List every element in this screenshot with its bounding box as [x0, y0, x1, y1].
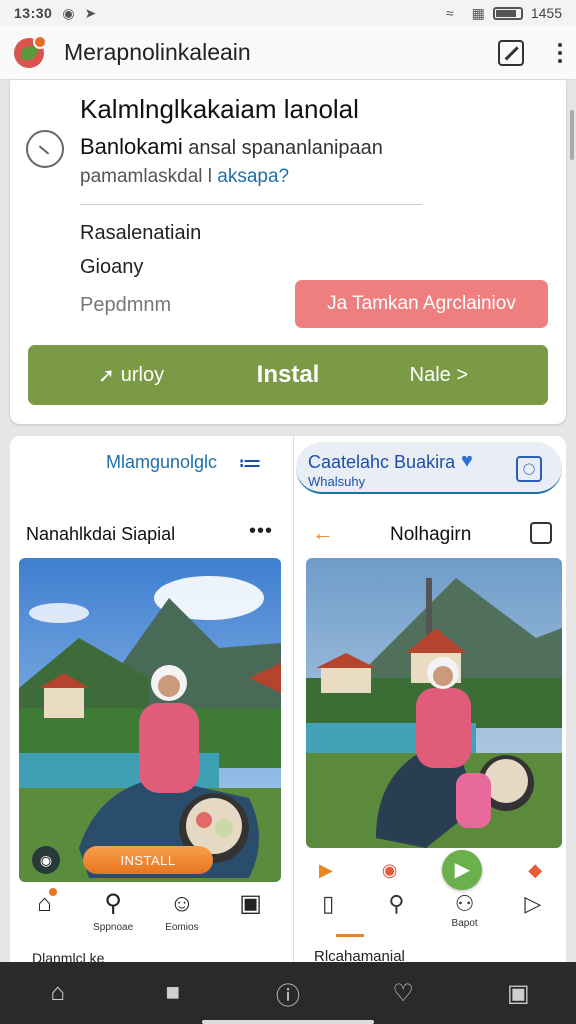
left-bottom-nav: ⌂ ⚲ Sppnoae ☺ Eomios ▣ — [10, 886, 285, 946]
bag-icon[interactable]: ▣ — [500, 979, 536, 1008]
app-bar: Merapnolinkaleain — [0, 26, 576, 80]
battery-level: 1455 — [530, 5, 562, 21]
info-icon[interactable]: ⓘ — [270, 976, 306, 1011]
banner-subtitle: Whalsuhy — [308, 474, 366, 489]
search-icon[interactable] — [26, 130, 64, 168]
nav-bookmark[interactable]: ▯ — [294, 892, 362, 936]
secondary-action-button[interactable]: Ja Tamkan Agrclainiov — [295, 280, 548, 328]
description-link[interactable]: aksapa? — [217, 166, 289, 187]
card-description: Banlokami ansal spananlanipaan — [80, 134, 383, 160]
panel-title: Nolhagirn — [390, 524, 472, 545]
back-arrow-icon[interactable]: ← — [312, 520, 334, 546]
people-icon: ⚇ — [454, 891, 475, 916]
description-lead: Banlokami — [80, 134, 183, 159]
system-nav-bar: ⌂ ■ ⓘ ♡ ▣ — [0, 962, 576, 1024]
arrow-icon: ➚ — [98, 364, 115, 387]
post-photo[interactable] — [19, 558, 281, 882]
more-icon[interactable]: ••• — [249, 520, 273, 543]
scrollbar[interactable] — [570, 110, 574, 160]
post-photo[interactable] — [306, 558, 562, 848]
home-icon[interactable]: ⌂ — [40, 979, 76, 1007]
heart-icon[interactable]: ♥ — [461, 450, 473, 473]
info-banner[interactable]: Caatelahc Buakira ♥ Whalsuhy ◯ — [296, 442, 562, 494]
bird-icon: ➤ — [84, 4, 97, 21]
description-2-text: pamamlaskdal l — [80, 166, 212, 187]
battery-icon — [492, 6, 523, 20]
compose-icon[interactable] — [530, 522, 552, 544]
reaction-row: ▶ ◉ ▶ ◆ — [294, 848, 566, 892]
camera-icon[interactable]: ◉ — [32, 846, 60, 874]
photo-illustration — [19, 558, 281, 882]
status-bar: 13:30 ◉ ➤ ≈ ▦ 1455 — [0, 0, 576, 26]
next-button[interactable]: Nale > — [410, 364, 468, 387]
chart-icon[interactable]: ≔ — [236, 450, 264, 478]
install-bar-left-label: urloy — [120, 363, 165, 386]
nav-home[interactable]: ⌂ — [10, 886, 79, 946]
notification-icon: ◉ — [62, 4, 75, 21]
nav-emojis[interactable]: ☺ Eomios — [148, 886, 217, 946]
meta-item: Pepdmnm — [80, 294, 172, 316]
search-icon: ⚲ — [104, 890, 122, 917]
nav-more[interactable]: ▣ — [216, 886, 285, 946]
install-bar-left[interactable]: ➚ urloy — [98, 363, 164, 388]
nav-search[interactable]: ⚲ — [362, 892, 430, 936]
description-rest: ansal spananlanipaan — [188, 137, 383, 159]
edit-icon[interactable] — [498, 39, 524, 66]
install-card: Kalmlnglkakaiam lanolal Banlokami ansal … — [10, 80, 566, 424]
panel-caption: Mlamgunolglc — [106, 452, 218, 472]
app-title: Merapnolinkaleain — [64, 39, 251, 65]
reaction-icon[interactable]: ▶ — [315, 859, 337, 881]
active-tab-indicator — [336, 934, 364, 937]
nav-tag[interactable]: ▷ — [499, 892, 566, 936]
expand-icon[interactable]: ◯ — [516, 456, 542, 482]
emoji-icon: ☺ — [169, 890, 195, 917]
panel-title: Nanahlkdai Siapial — [26, 524, 176, 544]
tag-icon: ▷ — [524, 891, 542, 916]
heart-icon[interactable]: ♡ — [385, 979, 421, 1008]
photo-illustration — [306, 558, 562, 848]
nav-label: Bapot — [451, 918, 478, 929]
right-bottom-nav: ▯ ⚲ ⚇ Bapot ▷ — [294, 892, 566, 936]
feed-area: Mlamgunolglc ≔ Nanahlkdai Siapial ••• ◉ … — [10, 436, 566, 962]
reaction-icon[interactable]: ◉ — [379, 859, 401, 881]
meta-item: Rasalenatiain — [80, 222, 202, 244]
app-logo-icon — [14, 34, 47, 68]
divider — [80, 204, 422, 205]
install-button-bar[interactable]: ➚ urloy Instal Nale > — [28, 345, 548, 405]
card-heading: Kalmlnglkakaiam lanolal — [80, 94, 359, 124]
peek-text: Rlcahamanial — [314, 948, 405, 962]
notification-badge — [48, 888, 57, 896]
meta-item: Gioany — [80, 256, 144, 278]
bookmark-icon: ▯ — [322, 891, 335, 916]
right-panel: Caatelahc Buakira ♥ Whalsuhy ◯ ← Nolhagi… — [293, 436, 566, 962]
wifi-icon: ≈ — [445, 5, 454, 21]
square-icon: ▣ — [239, 890, 262, 917]
nav-search[interactable]: ⚲ Sppnoae — [79, 886, 148, 946]
play-icon[interactable]: ▶ — [442, 850, 483, 890]
reaction-icon[interactable]: ◆ — [524, 859, 546, 881]
peek-text: Dlanmlcl ke — [32, 950, 105, 962]
install-pill-button[interactable]: INSTALL — [83, 846, 213, 874]
banner-title: Caatelahc Buakira — [308, 452, 456, 472]
square-icon[interactable]: ■ — [155, 979, 191, 1007]
home-indicator[interactable] — [202, 1020, 374, 1024]
card-description-2: pamamlaskdal l aksapa? — [80, 166, 289, 188]
status-time: 13:30 — [14, 5, 53, 21]
nav-label: Eomios — [165, 922, 199, 933]
nav-label: Sppnoae — [93, 922, 134, 933]
search-icon: ⚲ — [388, 891, 405, 916]
signal-icon: ▦ — [471, 4, 485, 21]
left-panel: Mlamgunolglc ≔ Nanahlkdai Siapial ••• ◉ … — [10, 436, 285, 962]
nav-people[interactable]: ⚇ Bapot — [431, 892, 499, 936]
more-options-icon[interactable] — [558, 42, 562, 63]
